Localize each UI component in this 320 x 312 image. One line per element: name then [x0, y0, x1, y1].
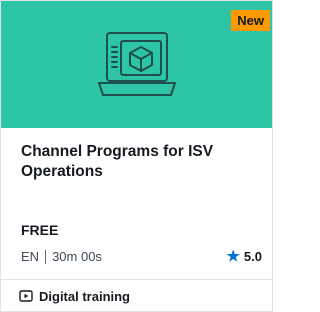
star-icon: ★	[226, 248, 240, 265]
course-banner: New	[1, 1, 272, 128]
rating-value: 5.0	[243, 249, 262, 264]
video-play-icon	[19, 290, 33, 302]
laptop-cube-icon	[98, 32, 176, 96]
language-duration: EN 30m 00s	[21, 249, 102, 264]
course-language: EN	[21, 249, 40, 264]
course-card[interactable]: New Channel Programs for ISV Operations …	[0, 0, 273, 312]
course-meta: EN 30m 00s ★ 5.0	[21, 249, 262, 264]
course-title[interactable]: Channel Programs for ISV Operations	[21, 142, 264, 182]
meta-separator	[45, 249, 47, 264]
course-duration: 30m 00s	[52, 249, 102, 264]
new-badge: New	[231, 10, 270, 31]
course-price: FREE	[21, 222, 59, 238]
course-type-label: Digital training	[39, 288, 130, 304]
course-type: Digital training	[1, 279, 272, 312]
course-rating: ★ 5.0	[226, 249, 262, 264]
